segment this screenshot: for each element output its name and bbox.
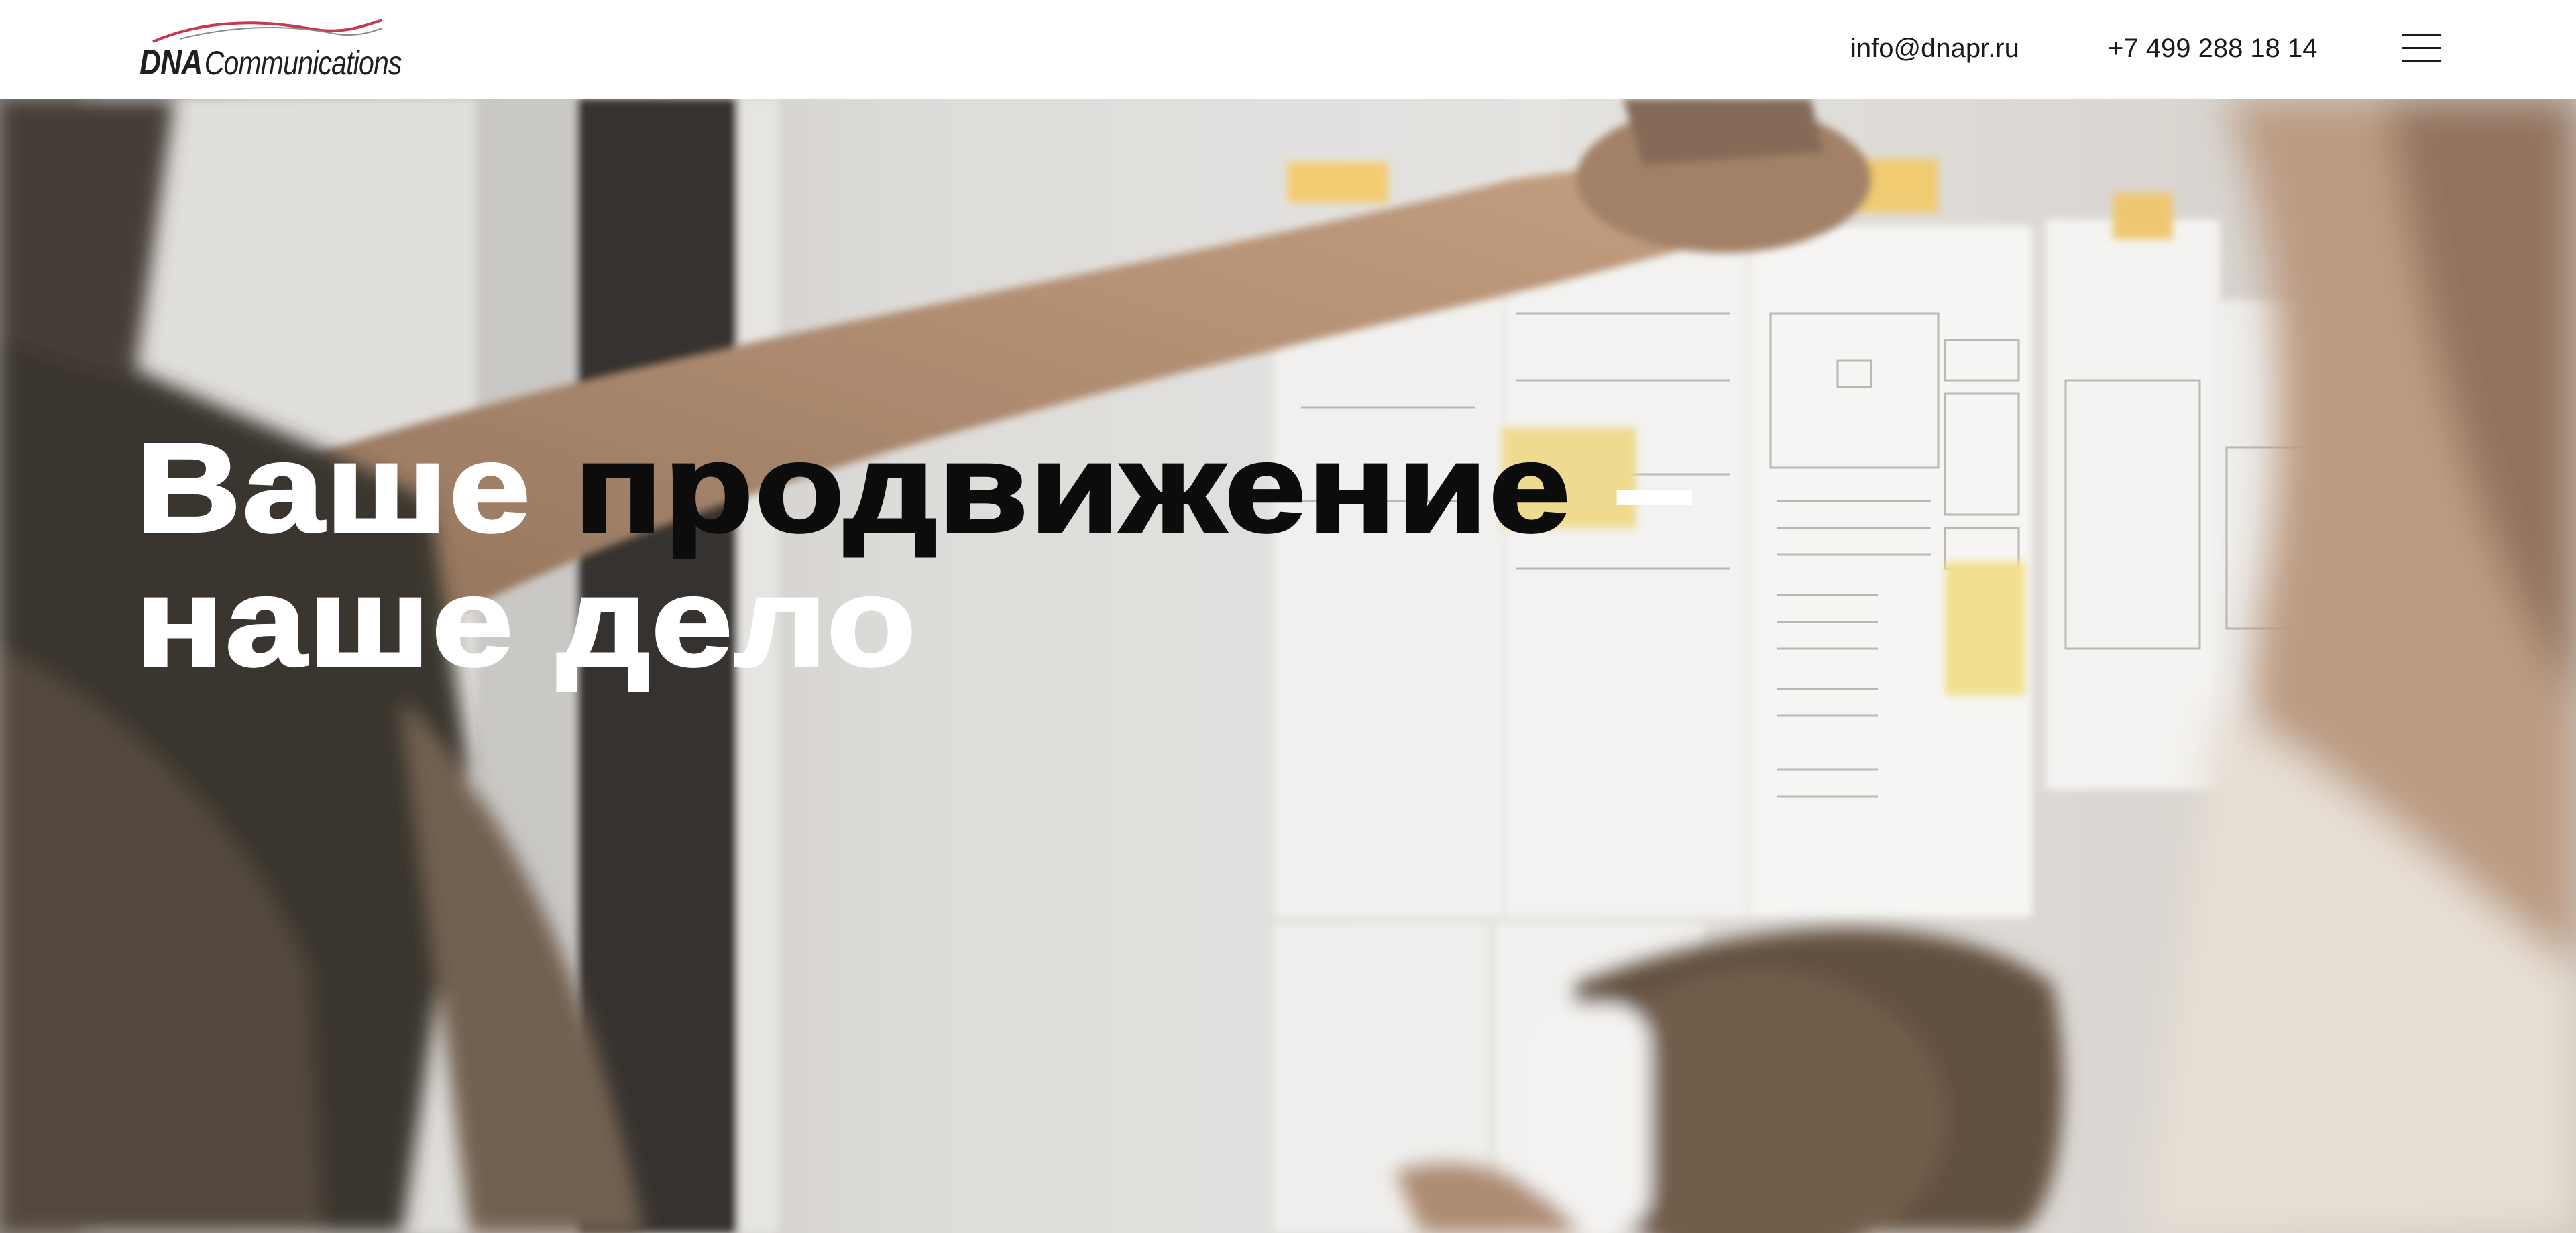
logo-swoosh-icon [152,19,383,43]
logo-brand-bold: DNA [139,42,203,83]
logo-brand-rest: Communications [204,44,402,82]
contact-email-link[interactable]: info@dnapr.ru [1850,34,2019,64]
menu-bar-middle [2402,47,2441,49]
menu-bar-top [2402,34,2441,36]
hero-headline-dash: – [1571,417,1697,558]
hero-headline-line-2: наше дело [134,551,918,692]
contact-phone-link[interactable]: +7 499 288 18 14 [2108,34,2318,64]
hamburger-menu-icon[interactable] [2399,30,2443,67]
company-logo[interactable]: DNACommunications [139,17,402,83]
logo-wordmark: DNACommunications [139,42,402,83]
hero-headline: Ваше продвижение – наше дело [134,419,1697,692]
hero-section: Ваше продвижение – наше дело [0,99,2576,1233]
hero-headline-word-promotion: продвижение [573,417,1572,558]
site-header: DNACommunications info@dnapr.ru +7 499 2… [0,0,2576,99]
menu-bar-bottom [2402,60,2441,62]
hero-headline-line-1: Ваше продвижение – [134,419,1697,556]
hero-headline-word-your: Ваше [134,417,575,558]
